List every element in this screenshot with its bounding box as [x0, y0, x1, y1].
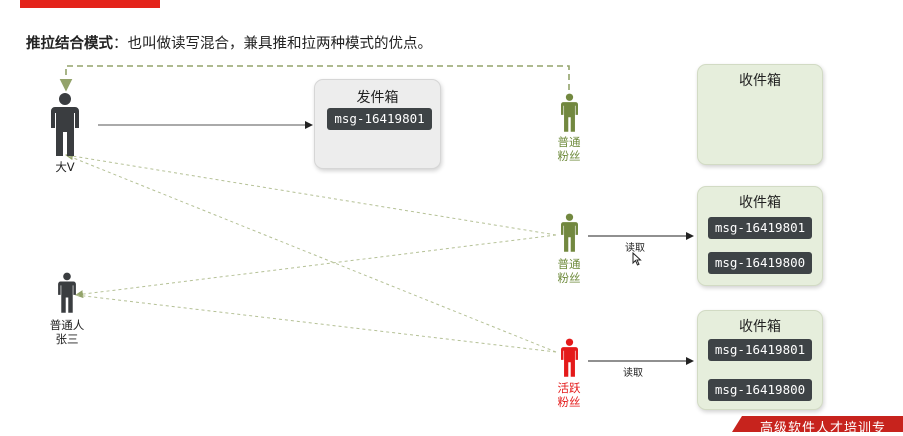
fan-top-label-line1: 普通 — [557, 135, 581, 149]
inbox-message: msg-16419801 — [708, 339, 812, 361]
outbox-message: msg-16419801 — [327, 108, 432, 130]
normal-user-label-line2: 张三 — [55, 332, 79, 346]
inbox-title: 收件箱 — [739, 319, 781, 335]
normal-user-label-line1: 普通人 — [49, 318, 85, 332]
normal-user-label: 普通人 张三 — [44, 318, 90, 346]
fan-top-label: 普通 粉丝 — [551, 135, 587, 163]
active-fan-figure — [560, 338, 579, 382]
fan-top-label-line2: 粉丝 — [557, 149, 581, 163]
active-fan-to-normal-dashed — [75, 294, 557, 353]
outbox-title: 发件箱 — [356, 90, 399, 106]
mouse-cursor-icon — [632, 252, 642, 266]
inbox-title: 收件箱 — [739, 73, 781, 89]
inbox-fan-top: 收件箱 — [697, 64, 823, 165]
active-fan-label-line1: 活跃 — [557, 381, 581, 395]
footer-banner-text: 高级软件人才培训专 — [760, 421, 887, 436]
big-v-figure — [50, 92, 80, 162]
inbox-message: msg-16419801 — [708, 217, 812, 239]
normal-user-figure — [57, 272, 77, 318]
outbox: 发件箱 msg-16419801 — [314, 79, 441, 169]
inbox-fan-mid: 收件箱 msg-16419801 msg-16419800 — [697, 186, 823, 286]
inbox-active-fan: 收件箱 msg-16419801 msg-16419800 — [697, 310, 823, 410]
inbox-title: 收件箱 — [739, 195, 781, 211]
fan-mid-label-line2: 粉丝 — [557, 271, 581, 285]
active-fan-label-line2: 粉丝 — [557, 395, 581, 409]
big-v-label: 大V — [55, 160, 75, 174]
fan-mid-to-bigv-dashed — [65, 152, 557, 236]
inbox-message: msg-16419800 — [708, 252, 812, 274]
person-icon — [561, 213, 578, 252]
person-icon — [51, 93, 79, 156]
read-label-2: 读取 — [623, 368, 643, 379]
fan-mid-label-line1: 普通 — [557, 257, 581, 271]
person-icon — [561, 338, 578, 377]
fan-mid-figure — [560, 213, 579, 257]
fan-mid-label: 普通 粉丝 — [551, 257, 587, 285]
inbox-message: msg-16419800 — [708, 379, 812, 401]
person-icon — [58, 272, 76, 313]
person-icon — [561, 93, 578, 132]
fan-mid-to-normal-dashed — [75, 234, 557, 299]
active-fan-label: 活跃 粉丝 — [551, 381, 587, 409]
fan-top-figure — [560, 93, 579, 137]
